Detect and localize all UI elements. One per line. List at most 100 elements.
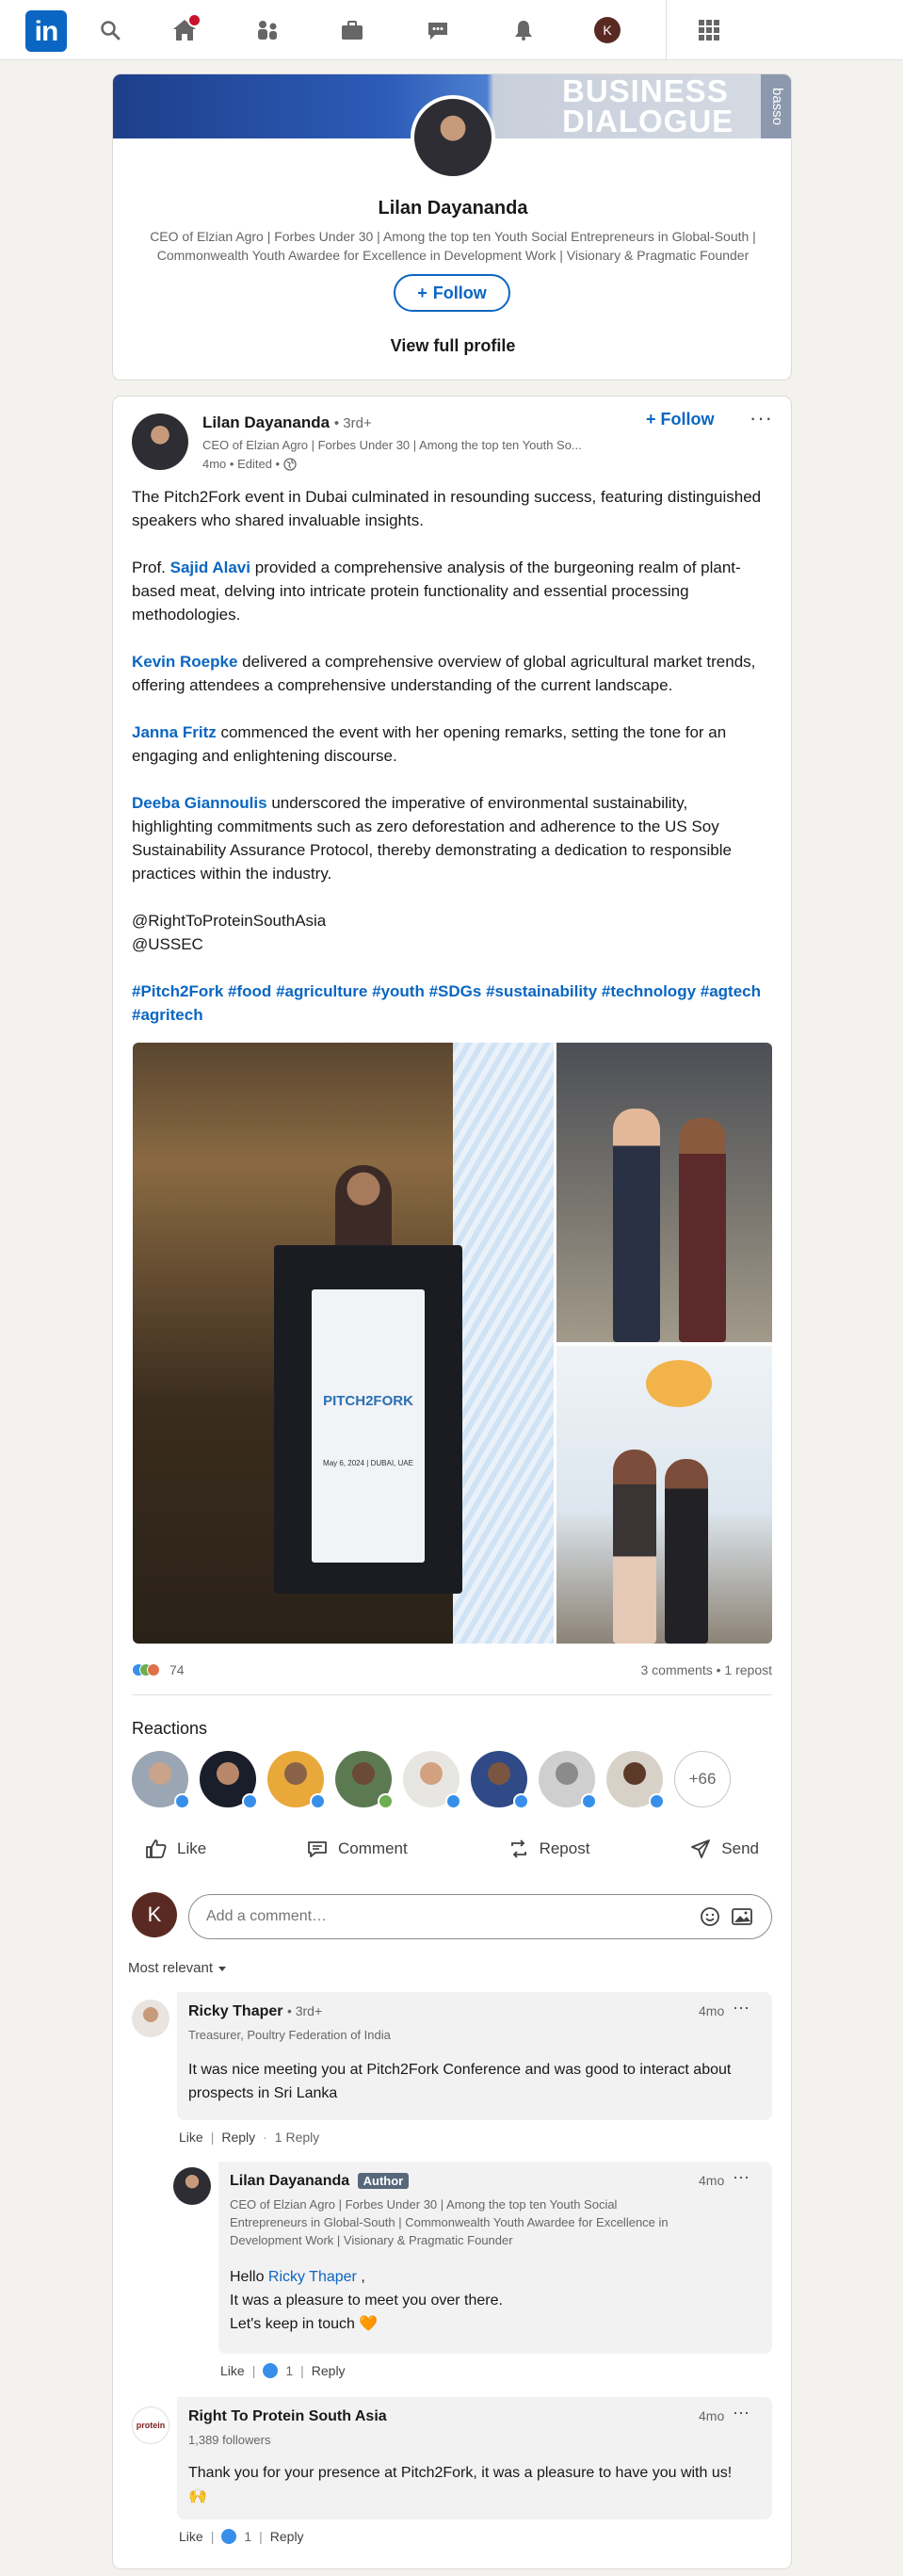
view-replies-link[interactable]: 1 Reply [275,2130,319,2145]
mention-link[interactable]: Deeba Giannoulis [132,794,267,812]
text-span: Hello [230,2269,268,2285]
like-badge-icon [174,1793,190,1809]
me-avatar[interactable]: K [594,17,621,43]
reaction-summary[interactable]: 74 [132,1662,185,1677]
comment-reply-button[interactable]: Reply [270,2529,304,2544]
comment-more-icon[interactable]: ··· [733,2403,750,2422]
decorative-shape [646,1360,712,1407]
hashtag-link[interactable]: #food [228,982,271,1000]
reactor-avatar[interactable] [403,1751,461,1809]
hashtag-link[interactable]: #agritech [132,1006,203,1024]
comments-reposts-count[interactable]: 3 comments • 1 repost [640,1662,772,1677]
hashtag-link[interactable]: #agriculture [276,982,367,1000]
add-comment-box[interactable] [188,1894,772,1939]
notifications-bell-icon[interactable] [510,17,537,43]
profile-avatar[interactable] [411,95,495,180]
post-meta: 4mo • Edited • [202,457,297,471]
comment-like-button[interactable]: Like [179,2529,203,2544]
commenter-avatar[interactable] [132,2000,169,2037]
like-count[interactable]: 1 [244,2529,251,2544]
repost-button[interactable]: Repost [494,1828,604,1870]
send-button[interactable]: Send [676,1828,772,1870]
profile-name[interactable]: Lilan Dayananda [113,198,791,219]
add-comment-input[interactable] [206,1908,694,1925]
post-meta-text: 4mo • Edited • [202,457,281,471]
commenter-name[interactable]: Lilan Dayananda Author [230,2173,410,2190]
commenter-headline: Treasurer, Poultry Federation of India [188,2028,391,2042]
reactor-avatar[interactable] [200,1751,258,1809]
reactor-avatar[interactable] [606,1751,665,1809]
emoji-icon[interactable] [694,1901,726,1933]
like-badge-icon [581,1793,597,1809]
post-card: Lilan Dayananda • 3rd+ CEO of Elzian Agr… [112,396,792,2569]
comment-reply-button[interactable]: Reply [312,2363,346,2378]
company-logo[interactable]: protein [132,2406,169,2444]
post-image-man-and-woman[interactable] [556,1346,772,1644]
more-reactors-button[interactable]: +66 [674,1751,731,1807]
like-label: Like [177,1839,207,1857]
comment-like-button[interactable]: Like [220,2363,245,2378]
mention-link[interactable]: Kevin Roepke [132,653,237,671]
mention-link[interactable]: Sajid Alavi [170,559,250,576]
home-icon[interactable] [171,13,202,43]
jobs-briefcase-icon[interactable] [339,17,365,43]
reactor-avatar[interactable] [335,1751,394,1809]
view-full-profile-link[interactable]: View full profile [113,336,791,356]
profile-follow-button[interactable]: + Follow [394,274,510,312]
post-image-speaker-podium[interactable]: PITCH2FORK May 6, 2024 | DUBAI, UAE [133,1043,554,1644]
handle-text: @RightToProteinSouthAsia [132,912,327,930]
like-count[interactable]: 1 [285,2363,293,2378]
mention-link[interactable]: Janna Fritz [132,723,217,741]
hashtag-link[interactable]: #sustainability [486,982,597,1000]
like-badge-icon [649,1793,665,1809]
comment-button[interactable]: Comment [293,1828,421,1870]
reactor-avatars: +66 [132,1751,731,1809]
comment-more-icon[interactable]: ··· [733,2167,750,2187]
messaging-icon[interactable] [425,17,451,43]
current-user-avatar[interactable]: K [132,1892,177,1937]
comment-like-button[interactable]: Like [179,2130,203,2145]
thumbs-up-icon [146,1839,167,1858]
commenter-name[interactable]: Right To Protein South Asia [188,2408,387,2425]
more-options-icon[interactable]: ··· [750,406,773,430]
reply-bubble: Lilan Dayananda Author CEO of Elzian Agr… [218,2162,772,2354]
mention-link[interactable]: Ricky Thaper [268,2269,357,2285]
hashtag-link[interactable]: #agtech [701,982,761,1000]
comment-text: Hello Ricky Thaper , It was a pleasure t… [230,2265,757,2336]
reactor-avatar[interactable] [471,1751,529,1809]
comment-reply-button[interactable]: Reply [221,2130,255,2145]
banner-text-line2: DIALOGUE [562,104,734,138]
text-span: commenced the event with her opening rem… [132,723,727,765]
hashtag-link[interactable]: #Pitch2Fork [132,982,223,1000]
comment-label: Comment [338,1839,408,1857]
separator: | [300,2363,304,2378]
my-network-icon[interactable] [254,17,281,43]
comment-actions: Like | Reply · 1 Reply [179,2130,319,2145]
post-image-two-men[interactable] [556,1043,772,1342]
divider [132,1694,772,1695]
comment-more-icon[interactable]: ··· [733,1998,750,2017]
reactor-avatar[interactable] [267,1751,326,1809]
linkedin-logo[interactable]: in [25,10,67,52]
like-reaction-icon [221,2529,237,2544]
reactor-avatar[interactable] [539,1751,597,1809]
apps-grid-icon[interactable] [696,17,722,43]
image-icon[interactable] [726,1901,758,1933]
hashtag-link[interactable]: #SDGs [429,982,482,1000]
search-icon[interactable] [97,17,123,43]
author-badge: Author [357,2173,410,2189]
commenter-avatar[interactable] [173,2167,211,2205]
post-text: The Pitch2Fork event in Dubai culminated… [132,485,772,1050]
post-follow-button[interactable]: + Follow [646,410,715,429]
reactor-avatar[interactable] [132,1751,190,1809]
commenter-name[interactable]: Ricky Thaper • 3rd+ [188,2003,322,2020]
podium-date-text: May 6, 2024 | DUBAI, UAE [323,1459,413,1467]
like-button[interactable]: Like [132,1828,219,1870]
post-author-avatar[interactable] [132,413,188,470]
post-author-name[interactable]: Lilan Dayananda • 3rd+ [202,413,372,432]
comment-sort-dropdown[interactable]: Most relevant [128,1960,228,1976]
separator: | [210,2130,215,2145]
hashtag-link[interactable]: #youth [372,982,425,1000]
hashtag-link[interactable]: #technology [602,982,696,1000]
handle-text: @USSEC [132,935,203,953]
